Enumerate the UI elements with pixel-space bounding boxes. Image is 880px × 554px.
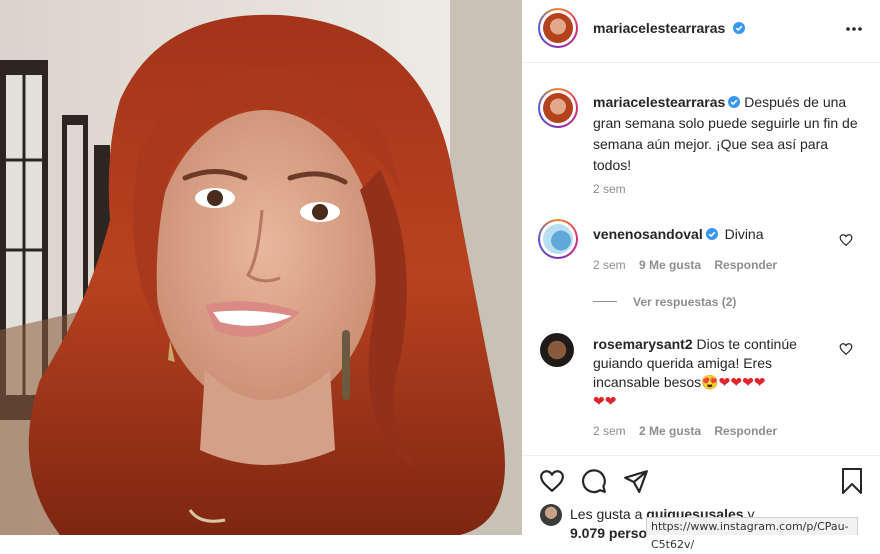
comment-reply-button[interactable]: Responder [714, 258, 777, 272]
likes-avatar[interactable] [540, 504, 562, 526]
comment-avatar[interactable] [540, 333, 574, 367]
comment-1: venenosandoval Divina [593, 226, 764, 242]
like-heart-icon[interactable] [538, 468, 566, 494]
comment-like-heart-icon[interactable] [839, 342, 853, 356]
caption-avatar-ring[interactable] [538, 88, 578, 128]
caption-time[interactable]: 2 sem [593, 182, 626, 196]
portrait-image [0, 0, 522, 535]
verified-badge-icon [732, 22, 745, 34]
action-bar [522, 455, 880, 506]
comment-text-line2: guiando querida amiga! Eres [593, 355, 773, 371]
comment-reply-button[interactable]: Responder [714, 424, 777, 438]
verified-badge-icon [705, 228, 718, 240]
comment-emojis: 😍❤❤❤❤ [701, 374, 766, 390]
comment-text: Divina [724, 226, 764, 242]
comment-emojis: ❤❤ [593, 393, 617, 409]
likes-count[interactable]: 9.079 perso [570, 525, 647, 541]
share-paper-plane-icon[interactable] [623, 468, 649, 494]
post-header: mariacelestearraras [522, 0, 880, 63]
comment-bubble-icon[interactable] [581, 468, 607, 494]
story-ring[interactable] [538, 8, 578, 48]
avatar[interactable] [543, 13, 573, 43]
comment-likes[interactable]: 9 Me gusta [639, 258, 701, 272]
comment-text-line1: Dios te continúe [696, 336, 797, 352]
comment-avatar-ring[interactable] [538, 219, 578, 259]
save-bookmark-icon[interactable] [840, 467, 864, 495]
comment-avatar[interactable] [543, 224, 573, 254]
more-horizontal-icon[interactable] [846, 26, 862, 32]
view-replies[interactable]: Ver respuestas (2) [593, 293, 736, 311]
comment-username[interactable]: venenosandoval [593, 226, 703, 242]
caption-username[interactable]: mariacelestearraras [593, 94, 725, 110]
comment-time[interactable]: 2 sem [593, 258, 626, 272]
comment-meta: 2 sem 2 Me gusta Responder [593, 424, 777, 438]
caption-avatar[interactable] [543, 93, 573, 123]
post-panel: mariacelestearraras mariacelestearraras … [522, 0, 880, 541]
replies-divider [593, 301, 617, 303]
comment-time[interactable]: 2 sem [593, 424, 626, 438]
header-user: mariacelestearraras [593, 20, 745, 38]
post-photo[interactable] [0, 0, 522, 535]
verified-badge-icon [728, 96, 741, 108]
comment-likes[interactable]: 2 Me gusta [639, 424, 701, 438]
view-replies-label[interactable]: Ver respuestas (2) [633, 295, 736, 309]
header-username[interactable]: mariacelestearraras [593, 20, 725, 36]
comment-meta: 2 sem 9 Me gusta Responder [593, 258, 777, 272]
caption: mariacelestearraras Después de una gran … [593, 92, 863, 176]
comment-2: rosemarysant2 Dios te continúe guiando q… [593, 335, 843, 411]
comment-username[interactable]: rosemarysant2 [593, 336, 693, 352]
likes-prefix: Les gusta a [570, 506, 643, 522]
comment-text-line3: incansable besos [593, 374, 702, 390]
comment-like-heart-icon[interactable] [839, 233, 853, 247]
browser-status-url: https://www.instagram.com/p/CPau-C5t62v/ [646, 517, 858, 551]
